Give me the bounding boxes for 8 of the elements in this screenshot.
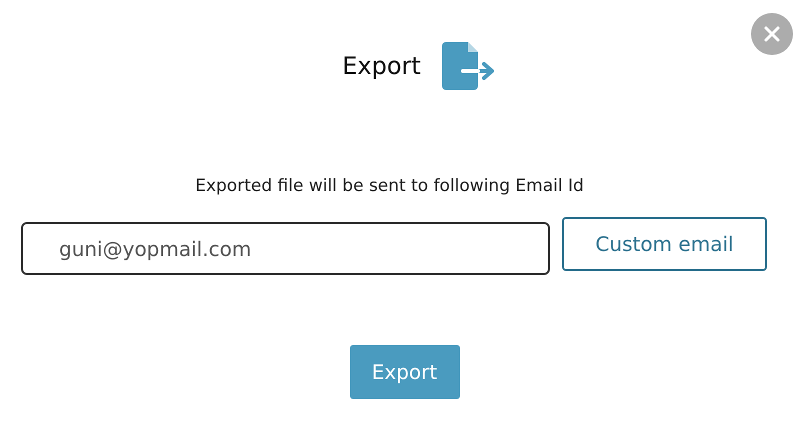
- message-text: Exported file will be sent to following Email Id: [195, 176, 584, 196]
- export-button[interactable]: Export: [350, 345, 460, 399]
- custom-email-button[interactable]: Custom email: [562, 216, 767, 270]
- close-button[interactable]: [751, 13, 793, 55]
- file-export-icon: [440, 40, 497, 92]
- dialog-title: Export: [342, 52, 421, 80]
- email-field[interactable]: guni@yopmail.com: [21, 222, 550, 275]
- close-icon: [763, 25, 781, 43]
